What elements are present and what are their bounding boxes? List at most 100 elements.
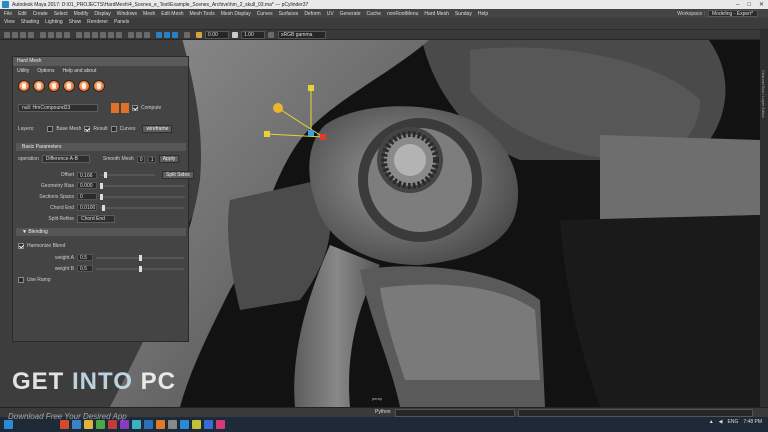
menu-hard-mesh[interactable]: Hard Mesh [424, 11, 448, 17]
menu-edit[interactable]: Edit [18, 11, 27, 17]
minimize-icon[interactable]: – [736, 2, 739, 8]
menu-deform[interactable]: Deform [304, 11, 320, 17]
harmonize-checkbox[interactable] [18, 243, 24, 249]
workspace-dropdown[interactable]: Modeling - Expert* [708, 10, 758, 17]
task-app-3-icon[interactable] [84, 420, 93, 429]
task-app-10-icon[interactable] [168, 420, 177, 429]
xray-components-icon[interactable] [184, 32, 190, 38]
menu-display[interactable]: Display [94, 11, 110, 17]
isolate-select-icon[interactable] [156, 32, 162, 38]
task-app-4-icon[interactable] [96, 420, 105, 429]
base-mesh-checkbox[interactable] [47, 126, 54, 132]
chord-end-slider[interactable] [100, 204, 185, 211]
aa-icon[interactable] [136, 32, 142, 38]
menu-create[interactable]: Create [33, 11, 48, 17]
menu-curves[interactable]: Curves [257, 11, 273, 17]
offset-slider[interactable] [100, 172, 155, 178]
task-app-1-icon[interactable] [60, 420, 69, 429]
exposure-icon[interactable] [196, 32, 202, 38]
menu-mesh[interactable]: Mesh [143, 11, 155, 17]
split-icon[interactable] [63, 80, 75, 92]
menu-mini-icon[interactable] [111, 103, 119, 113]
shadows-icon[interactable] [116, 32, 122, 38]
union-icon[interactable] [18, 80, 30, 92]
channel-box-tab[interactable]: Channel Box / Layer Editor [761, 70, 766, 118]
task-app-2-icon[interactable] [72, 420, 81, 429]
weight-a-field[interactable]: 0.5 [77, 254, 93, 261]
apply-button[interactable]: Apply [158, 155, 180, 163]
task-app-9-icon[interactable] [156, 420, 165, 429]
chord-end-field[interactable]: 0.0100 [77, 204, 97, 211]
color-management-icon[interactable] [268, 32, 274, 38]
menu-modify[interactable]: Modify [74, 11, 89, 17]
python-label[interactable]: Python [375, 409, 391, 415]
smooth-mesh-b[interactable]: 1 [147, 155, 156, 163]
menu-file[interactable]: File [4, 11, 12, 17]
viewport-menu-panels[interactable]: Panels [114, 19, 129, 25]
menu-help[interactable]: Help [478, 11, 488, 17]
image-plane-icon[interactable] [28, 32, 34, 38]
task-app-11-icon[interactable] [180, 420, 189, 429]
geometry-bias-field[interactable]: 0.000 [77, 182, 97, 189]
right-dock-strip[interactable]: Channel Box / Layer Editor [760, 30, 768, 407]
split-sides-button[interactable]: Split Sides [162, 171, 194, 179]
command-input[interactable] [395, 409, 515, 417]
merge-icon[interactable] [93, 80, 105, 92]
geometry-bias-slider[interactable] [100, 182, 185, 189]
menu-surfaces[interactable]: Surfaces [279, 11, 299, 17]
lights-icon[interactable] [108, 32, 114, 38]
edit-mini-icon[interactable] [121, 103, 129, 113]
viewport-menu-view[interactable]: View [4, 19, 15, 25]
film-gate-icon[interactable] [48, 32, 54, 38]
weight-b-field[interactable]: 0.5 [77, 265, 93, 272]
task-app-5-icon[interactable] [108, 420, 117, 429]
speaker-icon[interactable]: ◀ [719, 419, 723, 425]
view-transform-dropdown[interactable]: sRGB gamma [278, 31, 326, 39]
sections-slider[interactable] [100, 193, 185, 200]
xray-joints-icon[interactable] [172, 32, 178, 38]
start-icon[interactable] [4, 420, 13, 429]
task-app-13-icon[interactable] [204, 420, 213, 429]
task-app-14-icon[interactable] [216, 420, 225, 429]
gamma-field[interactable]: 1.00 [241, 31, 265, 39]
resolution-gate-icon[interactable] [56, 32, 62, 38]
menu-windows[interactable]: Windows [117, 11, 137, 17]
weight-b-slider[interactable] [96, 265, 184, 272]
gate-mask-icon[interactable] [64, 32, 70, 38]
sections-field[interactable]: 0 [77, 193, 97, 200]
compound-dropdown[interactable]: null: HmCompound23 [18, 104, 98, 112]
menu-sunday[interactable]: Sunday [455, 11, 472, 17]
viewport-menu-renderer[interactable]: Renderer [87, 19, 108, 25]
hm-menu-options[interactable]: Options [37, 68, 54, 74]
menu-edit-mesh[interactable]: Edit Mesh [161, 11, 183, 17]
textured-icon[interactable] [100, 32, 106, 38]
grid-icon[interactable] [40, 32, 46, 38]
compute-checkbox[interactable] [132, 105, 138, 111]
gamma-icon[interactable] [232, 32, 238, 38]
viewport-menu-show[interactable]: Show [69, 19, 82, 25]
difference-icon[interactable] [33, 80, 45, 92]
smooth-shade-icon[interactable] [84, 32, 90, 38]
wireframe-icon[interactable] [76, 32, 82, 38]
hm-menu-utility[interactable]: Utility [17, 68, 29, 74]
task-app-6-icon[interactable] [120, 420, 129, 429]
menu-uv[interactable]: UV [327, 11, 334, 17]
select-camera-icon[interactable] [4, 32, 10, 38]
menu-generate[interactable]: Generate [340, 11, 361, 17]
camera-attributes-icon[interactable] [12, 32, 18, 38]
close-icon[interactable]: ✕ [759, 1, 764, 8]
menu-select[interactable]: Select [54, 11, 68, 17]
clock[interactable]: 7:48 PM [743, 419, 762, 425]
ao-icon[interactable] [128, 32, 134, 38]
viewport-menu-lighting[interactable]: Lighting [45, 19, 63, 25]
wireframe-button[interactable]: wireframe [142, 125, 173, 133]
menu-nonroot[interactable]: nonRootMenu [387, 11, 418, 17]
menu-cache[interactable]: Cache [367, 11, 381, 17]
result-checkbox[interactable] [84, 126, 91, 132]
task-app-12-icon[interactable] [192, 420, 201, 429]
task-app-8-icon[interactable] [144, 420, 153, 429]
task-app-7-icon[interactable] [132, 420, 141, 429]
xray-icon[interactable] [164, 32, 170, 38]
maximize-icon[interactable]: □ [747, 2, 751, 8]
split-refine-dropdown[interactable]: Chord End [77, 215, 115, 223]
